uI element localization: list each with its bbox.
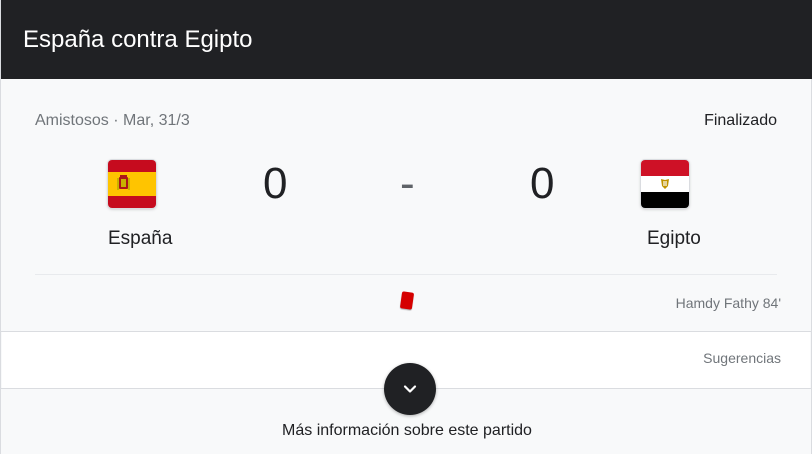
- more-info-link[interactable]: Más información sobre este partido: [1, 421, 812, 441]
- suggestions-label: Sugerencias: [703, 350, 781, 366]
- expand-button[interactable]: [384, 363, 436, 415]
- away-score: 0: [530, 159, 555, 208]
- match-status: Finalizado: [704, 112, 777, 129]
- away-team-name[interactable]: Egipto: [647, 228, 701, 250]
- egypt-flag-icon: [641, 160, 689, 208]
- header: España contra Egipto: [1, 0, 812, 79]
- event-player: Hamdy Fathy 84': [675, 295, 781, 311]
- red-card-icon: [399, 291, 415, 310]
- match-meta: Amistosos · Mar, 31/3: [35, 112, 190, 129]
- divider: [35, 274, 777, 275]
- chevron-down-icon: [403, 385, 417, 393]
- spain-flag-icon: [108, 160, 156, 208]
- home-score: 0: [263, 159, 288, 208]
- home-team-name[interactable]: España: [108, 228, 172, 250]
- score-separator: -: [400, 159, 415, 208]
- page-title: España contra Egipto: [23, 26, 253, 53]
- match-card: España contra Egipto Amistosos · Mar, 31…: [0, 0, 812, 454]
